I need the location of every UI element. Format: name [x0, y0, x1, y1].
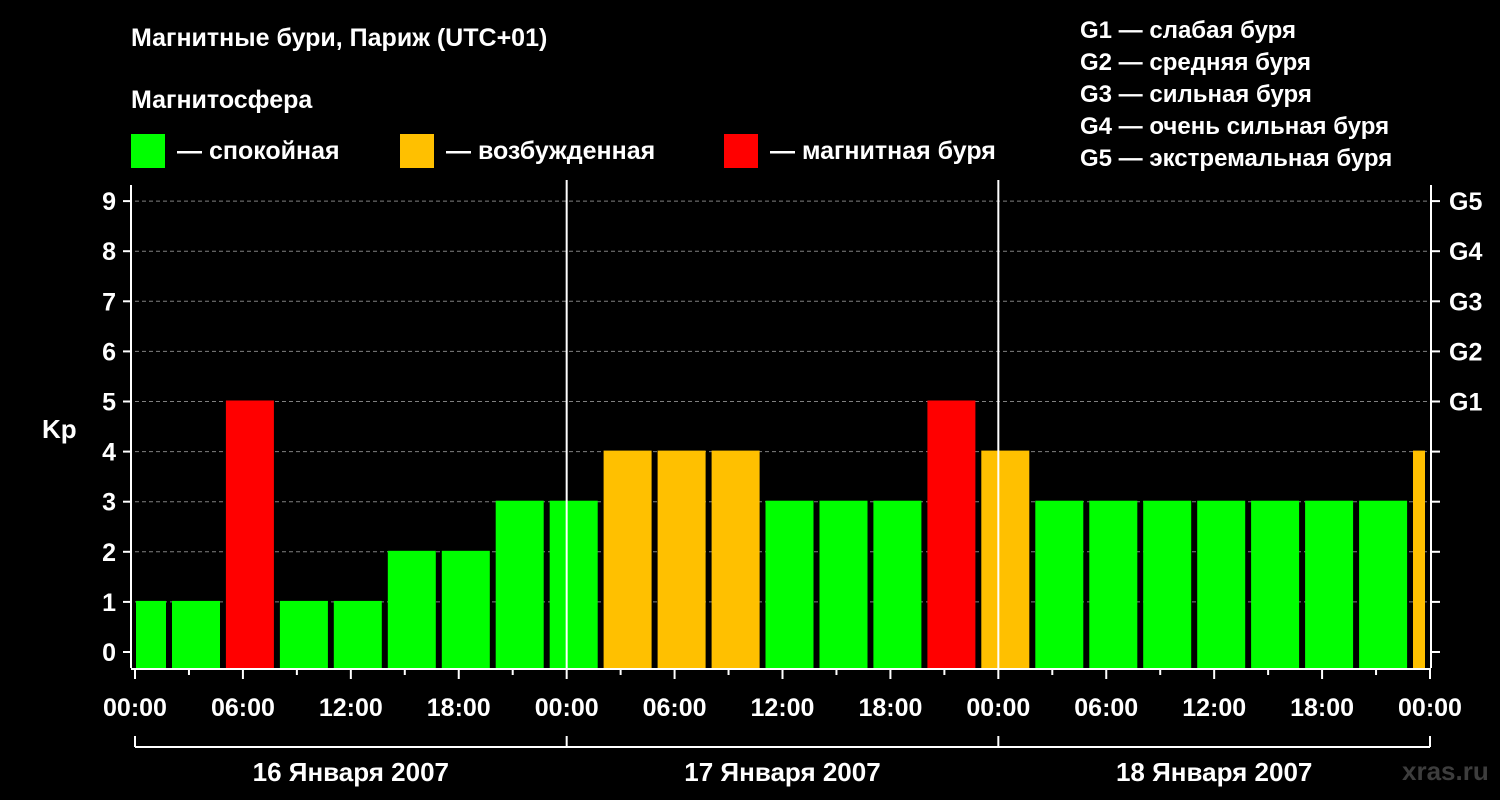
- kp-bar: [981, 450, 1030, 668]
- x-tick-label: 18:00: [858, 694, 922, 722]
- watermark: xras.ru: [1402, 756, 1489, 786]
- x-tick-label: 18:00: [1290, 694, 1354, 722]
- x-tick-label: 12:00: [751, 694, 815, 722]
- kp-bar: [1413, 450, 1425, 668]
- kp-bar: [279, 600, 328, 668]
- g-level-label: G4: [1449, 238, 1482, 266]
- y-tick-label: 6: [102, 338, 116, 366]
- x-tick-label: 00:00: [103, 694, 167, 722]
- kp-bar: [172, 600, 220, 668]
- g-level-label: G5: [1449, 188, 1482, 216]
- kp-bar: [387, 550, 436, 668]
- x-tick-label: 12:00: [1182, 694, 1246, 722]
- day-label: 16 Января 2007: [253, 757, 449, 787]
- x-tick-label: 06:00: [643, 694, 707, 722]
- kp-bar: [441, 550, 490, 668]
- y-tick-label: 8: [102, 238, 116, 266]
- kp-bar: [1035, 500, 1084, 668]
- y-tick-label: 3: [102, 489, 116, 517]
- kp-bar: [657, 450, 706, 668]
- x-tick-label: 12:00: [319, 694, 383, 722]
- kp-bar: [765, 500, 814, 668]
- day-label: 18 Января 2007: [1116, 757, 1312, 787]
- g-level-label: G1: [1449, 389, 1482, 417]
- kp-bar: [495, 500, 544, 668]
- y-axis-title: Kp: [42, 414, 77, 444]
- kp-bar: [873, 500, 922, 668]
- y-tick-label: 4: [102, 439, 116, 467]
- day-label: 17 Января 2007: [684, 757, 880, 787]
- x-tick-label: 00:00: [535, 694, 599, 722]
- x-tick-label: 18:00: [427, 694, 491, 722]
- g-level-label: G3: [1449, 288, 1482, 316]
- y-tick-label: 1: [102, 589, 116, 617]
- y-tick-label: 7: [102, 288, 116, 316]
- x-tick-label: 00:00: [966, 694, 1030, 722]
- kp-bar: [333, 600, 382, 668]
- kp-bar: [1305, 500, 1354, 668]
- kp-bar: [1143, 500, 1192, 668]
- kp-bar: [1089, 500, 1138, 668]
- x-tick-label: 00:00: [1398, 694, 1462, 722]
- kp-bar: [927, 400, 976, 668]
- kp-bar: [819, 500, 868, 668]
- kp-bar: [136, 600, 166, 668]
- y-tick-label: 5: [102, 389, 116, 417]
- kp-bar: [1197, 500, 1246, 668]
- kp-bar: [603, 450, 652, 668]
- kp-bar-chart: 0 1 2 3 4 5 6 7 8 9 G1 G2 G3 G4 G5 Kp 00:00 06:00 12:00 18:…: [42, 180, 1482, 787]
- y-tick-label: 0: [102, 639, 116, 667]
- y-tick-label: 2: [102, 539, 116, 567]
- kp-bar: [225, 400, 274, 668]
- x-tick-label: 06:00: [211, 694, 275, 722]
- y-tick-label: 9: [102, 188, 116, 216]
- kp-bar: [711, 450, 760, 668]
- kp-bar: [1359, 500, 1408, 668]
- kp-bar: [1251, 500, 1300, 668]
- g-level-label: G2: [1449, 338, 1482, 366]
- kp-bar: [549, 500, 598, 668]
- x-tick-label: 06:00: [1074, 694, 1138, 722]
